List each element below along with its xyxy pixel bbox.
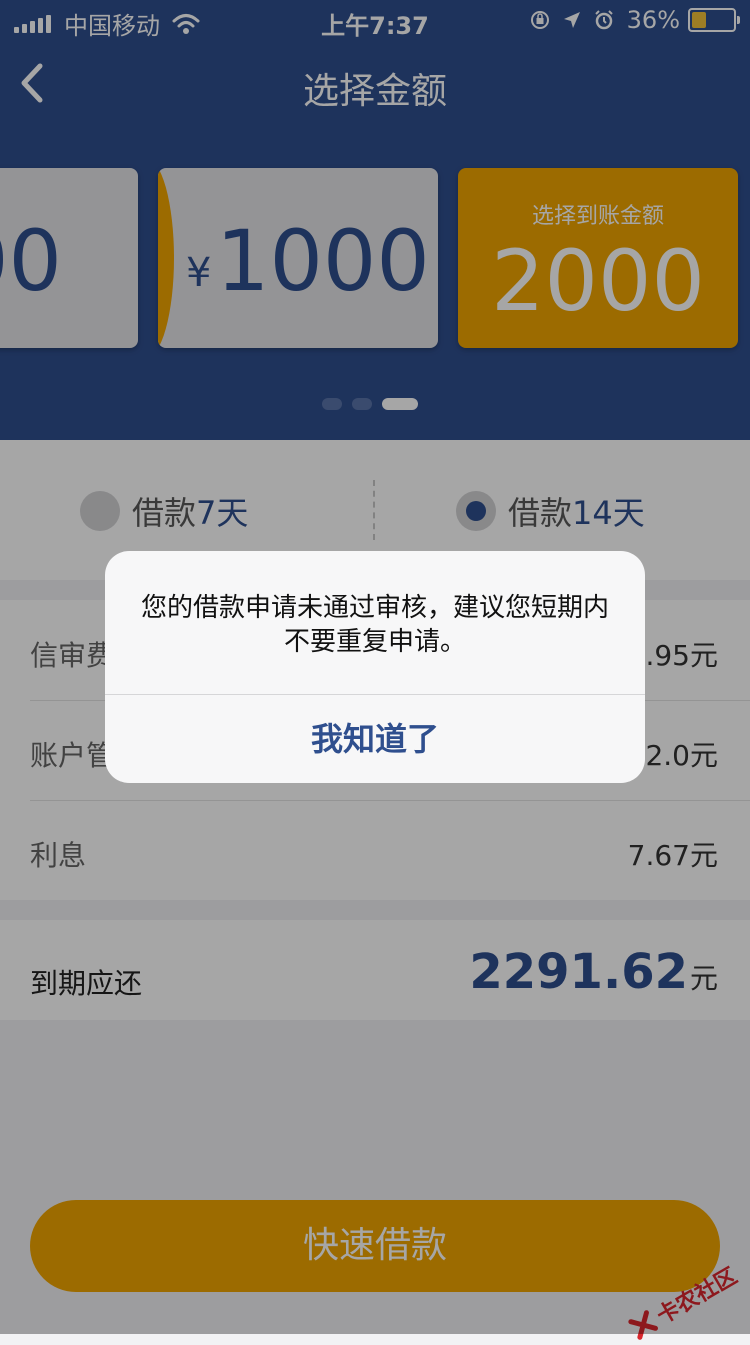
alert-dialog: 您的借款申请未通过审核，建议您短期内不要重复申请。 我知道了 (105, 551, 645, 783)
alert-confirm-button[interactable]: 我知道了 (105, 695, 645, 783)
alert-message: 您的借款申请未通过审核，建议您短期内不要重复申请。 (141, 593, 610, 657)
